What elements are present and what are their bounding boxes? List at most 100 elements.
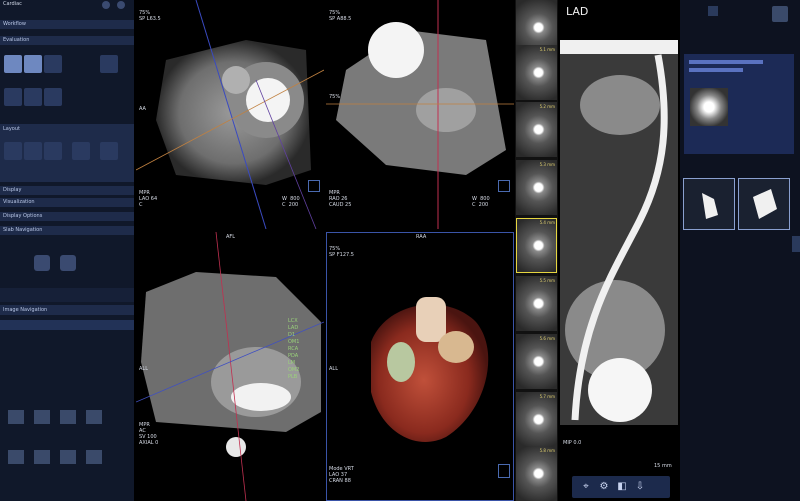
sidebar-section-slab-navigation[interactable]: Slab Navigation [0,226,134,235]
tool-button-1[interactable] [4,55,22,73]
viewport-short-axis[interactable]: 75% SP L63.5 AA MPR LAO 64 C W 800 C 200 [136,0,324,229]
series-thumb-6[interactable] [34,450,50,464]
tool-button-5[interactable] [4,88,22,106]
cross-section-label: 5.7 mm [539,394,555,399]
viewport-axial[interactable]: AFL ALL MPR AC SV 100 AXIAL 0 LCX LAD D1… [136,232,324,501]
vrt-thumbnail-2[interactable] [738,178,790,230]
layout-button-2[interactable] [24,142,42,160]
layout-button-5[interactable] [100,142,118,160]
cross-section-7[interactable]: 5.6 mm [516,334,557,389]
overlay-bottom-left: MPR AC SV 100 AXIAL 0 [139,422,159,446]
overlay-bottom-left: Mode VRT LAO 37 CRAN 88 [329,466,354,484]
overlay-top-left: 75% SP L63.5 [139,10,161,22]
overlay-left: 75% [329,94,341,100]
overlay-bottom-right: W 800 C 200 [282,196,300,208]
layout-button-1[interactable] [4,142,22,160]
tool-button-7[interactable] [44,88,62,106]
window-level-icon[interactable]: ◧ [616,480,628,494]
long-axis-image [326,0,514,229]
sidebar-section-visualization[interactable]: Visualization [0,198,134,207]
panel-icon-1[interactable] [708,6,718,16]
cross-section-label: 5.2 mm [539,104,555,109]
series-thumb-2[interactable] [34,410,50,424]
vrt-thumbnail-1[interactable] [683,178,735,230]
finding-card[interactable] [684,54,794,154]
tool-button-6[interactable] [24,88,42,106]
series-thumb-5[interactable] [8,450,24,464]
finding-text-bar [689,68,743,72]
series-thumb-8[interactable] [86,450,102,464]
sidebar-section-evaluation[interactable]: Evaluation [0,36,134,45]
overlay-bottom-left: MPR RAO 26 CAUD 25 [329,190,352,208]
cross-section-label: 5.4 mm [539,220,555,225]
gear-icon[interactable] [60,255,76,271]
overlay-top: AFL [226,234,236,240]
cross-section-label: 5.3 mm [539,162,555,167]
cross-section-2[interactable]: 5.1 mm [516,45,557,100]
layout-button-4[interactable] [72,142,90,160]
orientation-cube-icon[interactable] [498,464,510,478]
series-thumb-4[interactable] [86,410,102,424]
viewport-cpr[interactable]: LAD MIP 0.0 15 mm [560,0,678,470]
vessel-label-rca[interactable]: RCA [288,346,322,353]
cross-section-5-selected[interactable]: 5.4 mm [516,218,557,273]
cross-section-9[interactable]: 5.8 mm [516,446,557,501]
vessel-label-lad[interactable]: LAD [288,325,322,332]
finding-thumbnail[interactable] [690,88,728,126]
navigation-bar[interactable] [0,320,134,330]
overlay-top-left: 75% SP F127.5 [329,246,354,258]
export-icon[interactable]: ⇩ [634,480,646,494]
cross-section-strip: 5.1 mm 5.2 mm 5.3 mm 5.4 mm 5.5 mm 5.6 m… [515,0,558,501]
cross-section-label: 5.8 mm [539,448,555,453]
tool-button-2[interactable] [24,55,42,73]
sidebar-section-display-options[interactable]: Display Options [0,212,134,221]
sidebar-title: Cardiac [3,1,22,7]
right-panel [680,0,800,501]
image-navigation-header[interactable]: Image Navigation [0,305,134,315]
cross-section-label: 5.6 mm [539,336,555,341]
series-thumb-3[interactable] [60,410,76,424]
series-thumb-7[interactable] [60,450,76,464]
sidebar-section-display[interactable]: Display [0,186,134,195]
settings-icon[interactable] [117,1,125,9]
viewport-long-axis[interactable]: 75% SP A88.5 75% MPR RAO 26 CAUD 25 W 80… [326,0,514,229]
vessel-label-pda[interactable]: PDA [288,353,322,360]
vessel-label-lcx[interactable]: LCX [288,318,322,325]
cross-section-8[interactable]: 5.7 mm [516,392,557,447]
cross-section-6[interactable]: 5.5 mm [516,276,557,331]
layout-button-3[interactable] [44,142,62,160]
pen-icon[interactable] [34,255,50,271]
cross-section-4[interactable]: 5.3 mm [516,160,557,215]
overlay-bottom-left: MPR LAO 64 C [139,190,158,208]
tool-button-3[interactable] [44,55,62,73]
finding-text-bar [689,60,763,64]
help-icon[interactable] [102,1,110,9]
panel-icon-2[interactable] [772,6,788,22]
sidebar-section-workflow[interactable]: Workflow [0,20,134,29]
viewport-vrt[interactable]: RAA 75% SP F127.5 ALL Mode VRT LAO 37 CR… [326,232,514,501]
vessel-label-d1[interactable]: D1 [288,332,322,339]
orientation-cube-icon[interactable] [498,180,510,192]
cross-section-label: 5.5 mm [539,278,555,283]
vessel-label-lm[interactable]: LM [288,360,322,367]
overlay-top-left: 75% SP A88.5 [329,10,352,22]
overlay-top: RAA [416,234,427,240]
vessel-label-om1[interactable]: OM1 [288,339,322,346]
settings-icon[interactable]: ⚙ [598,480,610,494]
overlay-bottom-left: MIP 0.0 [563,440,582,446]
vessel-label-plb[interactable]: PLB [288,374,322,381]
vessel-label-om2[interactable]: OM2 [288,367,322,374]
panel-scrollbar[interactable] [792,236,800,252]
short-axis-image [136,0,324,229]
overlay-left: ALL [329,366,338,372]
series-thumb-1[interactable] [8,410,24,424]
tool-button-4[interactable] [100,55,118,73]
sidebar-section-layout[interactable]: Layout [0,126,134,134]
vrt-heart-image [371,297,489,442]
cursor-icon[interactable]: ⌖ [580,480,592,494]
left-sidebar: Cardiac Workflow Evaluation Layout Displ… [0,0,134,501]
bottom-toolbar: ⌖ ⚙ ◧ ⇩ [572,476,670,498]
cross-section-3[interactable]: 5.2 mm [516,102,557,157]
vessel-labels: LCX LAD D1 OM1 RCA PDA LM OM2 PLB [288,318,322,381]
orientation-cube-icon[interactable] [308,180,320,192]
